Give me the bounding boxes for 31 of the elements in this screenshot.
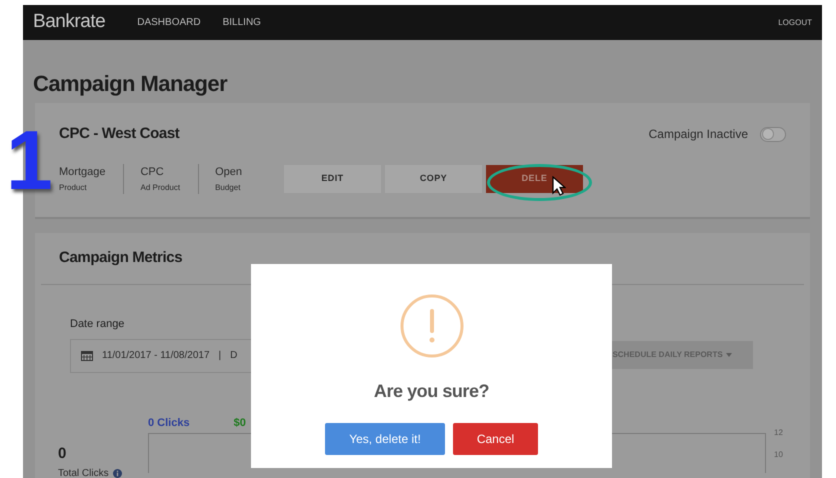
- fact-label: Product: [59, 182, 88, 194]
- caret-icon: [726, 352, 732, 356]
- total-label: Total Clicks: [58, 466, 109, 478]
- axis-tick-label: 10: [774, 449, 783, 461]
- mouse-pointer-icon: [552, 176, 566, 196]
- fact-value: Open: [215, 164, 242, 180]
- axis-tick-label: 12: [774, 427, 783, 439]
- dialog-title: Are you sure?: [374, 380, 490, 403]
- calendar-icon: [81, 350, 93, 361]
- chart-legend: $0: [234, 414, 246, 431]
- campaign-name: CPC - West Coast: [59, 124, 180, 144]
- toggle-switch[interactable]: [760, 126, 786, 142]
- warning-icon: [400, 294, 464, 358]
- section-title: Campaign Metrics: [59, 248, 182, 268]
- fact-value: CPC: [140, 164, 165, 180]
- chart-legend: 0 Clicks: [148, 414, 190, 431]
- confirm-button[interactable]: Yes, delete it!: [325, 423, 445, 455]
- action-button[interactable]: COPY: [384, 164, 482, 193]
- total-value: 0: [58, 444, 68, 464]
- logout-link[interactable]: LOGOUT: [778, 16, 812, 28]
- page-title: Campaign Manager: [33, 73, 228, 95]
- action-button[interactable]: EDIT: [284, 164, 381, 193]
- cancel-button[interactable]: Cancel: [453, 423, 538, 455]
- logo: Bankrate: [33, 10, 106, 34]
- nav-link[interactable]: BILLING: [222, 15, 261, 30]
- field-label: Date range: [70, 317, 126, 332]
- status-label: Campaign Inactive: [648, 126, 748, 144]
- fact-label: Budget: [215, 182, 242, 194]
- fact-label: Ad Product: [140, 182, 180, 194]
- nav-link[interactable]: DASHBOARD: [137, 15, 201, 30]
- fact-value: Mortgage: [59, 164, 106, 180]
